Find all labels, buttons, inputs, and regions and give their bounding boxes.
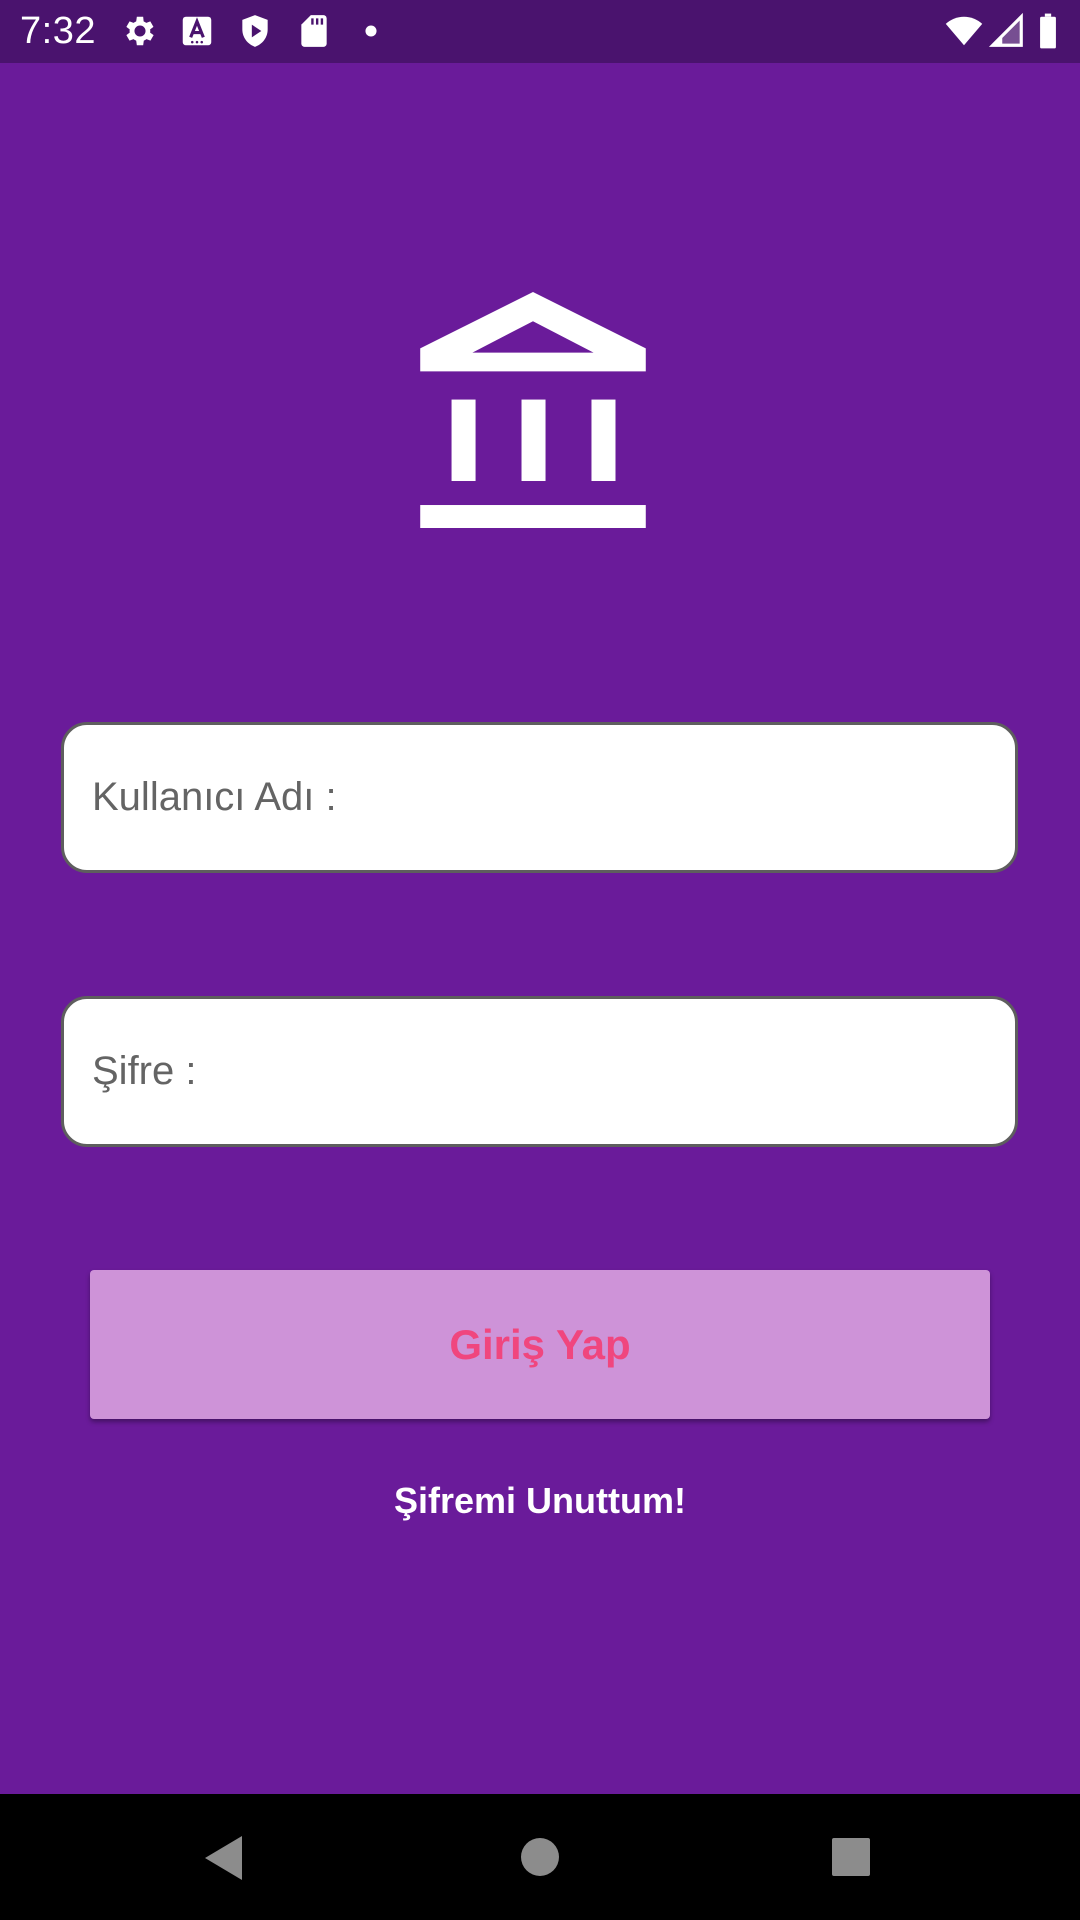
status-bar: 7:32 <box>0 0 1080 63</box>
translate-a-icon <box>178 12 216 50</box>
gear-icon <box>121 12 159 50</box>
sd-card-icon <box>295 12 333 50</box>
battery-icon <box>1036 12 1060 50</box>
wifi-icon <box>943 12 985 50</box>
dot-icon <box>352 12 390 50</box>
username-input[interactable] <box>64 725 1015 870</box>
recents-icon[interactable] <box>808 1814 894 1900</box>
login-button[interactable]: Giriş Yap <box>90 1270 990 1419</box>
bank-building-icon <box>420 292 646 528</box>
status-time: 7:32 <box>20 10 96 52</box>
home-icon[interactable] <box>497 1814 583 1900</box>
signal-icon <box>988 12 1026 50</box>
forgot-password-link[interactable]: Şifremi Unuttum! <box>0 1474 1080 1528</box>
password-field[interactable] <box>61 996 1018 1147</box>
play-shield-icon <box>236 12 274 50</box>
password-input[interactable] <box>64 999 1015 1144</box>
back-icon[interactable] <box>183 1814 269 1900</box>
username-field[interactable] <box>61 722 1018 873</box>
navigation-bar <box>0 1794 1080 1920</box>
